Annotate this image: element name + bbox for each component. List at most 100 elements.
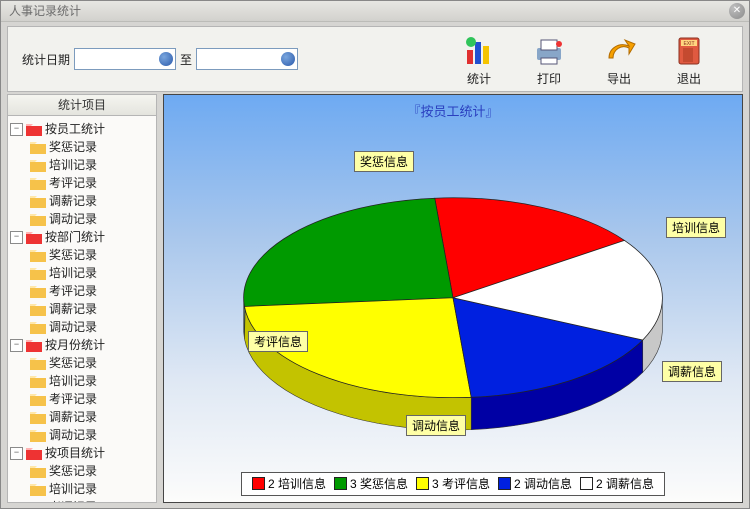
date-range: 统计日期 至 bbox=[8, 48, 302, 70]
toolbar: 统计日期 至 统计 打印 导出 bbox=[7, 26, 743, 92]
legend: 2 培训信息 3 奖惩信息 3 考评信息 2 调动信息 2 调薪信息 bbox=[164, 472, 742, 496]
print-icon bbox=[531, 34, 567, 68]
tree-group[interactable]: −按部门统计 bbox=[10, 228, 154, 246]
folder-icon bbox=[30, 411, 46, 423]
body: 统计项目 −按员工统计奖惩记录培训记录考评记录调薪记录调动记录−按部门统计奖惩记… bbox=[7, 94, 743, 503]
collapse-icon[interactable]: − bbox=[10, 231, 23, 244]
folder-icon bbox=[30, 249, 46, 261]
tree-item-label: 奖惩记录 bbox=[49, 462, 97, 480]
tree-item-label: 培训记录 bbox=[49, 480, 97, 498]
folder-icon bbox=[30, 321, 46, 333]
slice-label-move: 调动信息 bbox=[406, 415, 466, 436]
folder-icon bbox=[30, 483, 46, 495]
tree-item-label: 考评记录 bbox=[49, 282, 97, 300]
exit-button[interactable]: EXIT 退出 bbox=[654, 32, 724, 87]
tree-item[interactable]: 考评记录 bbox=[30, 498, 154, 502]
export-button[interactable]: 导出 bbox=[584, 32, 654, 87]
legend-item: 2 调薪信息 bbox=[580, 475, 654, 492]
legend-swatch bbox=[498, 477, 511, 490]
print-button[interactable]: 打印 bbox=[514, 32, 584, 87]
tree-item[interactable]: 奖惩记录 bbox=[30, 354, 154, 372]
tree-item[interactable]: 调动记录 bbox=[30, 210, 154, 228]
tree-item-label: 奖惩记录 bbox=[49, 354, 97, 372]
legend-item: 3 奖惩信息 bbox=[334, 475, 408, 492]
folder-icon bbox=[30, 195, 46, 207]
folder-icon bbox=[30, 267, 46, 279]
folder-icon bbox=[30, 303, 46, 315]
legend-item: 3 考评信息 bbox=[416, 475, 490, 492]
legend-item: 2 培训信息 bbox=[252, 475, 326, 492]
tree-group[interactable]: − 按项目统计 bbox=[10, 444, 154, 462]
tree[interactable]: −按员工统计奖惩记录培训记录考评记录调薪记录调动记录−按部门统计奖惩记录培训记录… bbox=[8, 116, 156, 502]
tree-item[interactable]: 调薪记录 bbox=[30, 192, 154, 210]
tree-group[interactable]: − 按月份统计 bbox=[10, 336, 154, 354]
collapse-icon[interactable]: − bbox=[10, 123, 23, 136]
tree-item[interactable]: 培训记录 bbox=[30, 156, 154, 174]
legend-text: 3 奖惩信息 bbox=[350, 475, 408, 492]
tree-item[interactable]: 培训记录 bbox=[30, 372, 154, 390]
tree-item-label: 调动记录 bbox=[49, 426, 97, 444]
tree-item[interactable]: 调薪记录 bbox=[30, 300, 154, 318]
folder-icon bbox=[30, 177, 46, 189]
legend-item: 2 调动信息 bbox=[498, 475, 572, 492]
collapse-icon[interactable]: − bbox=[10, 339, 23, 352]
folder-icon bbox=[30, 393, 46, 405]
chart-panel: 『按员工统计』 奖惩信息 培训信息 考评信息 调动信息 调薪信息 2 培训信息3… bbox=[163, 94, 743, 503]
tree-item-label: 考评记录 bbox=[49, 174, 97, 192]
tree-item-label: 培训记录 bbox=[49, 264, 97, 282]
stats-icon bbox=[461, 34, 497, 68]
collapse-icon[interactable]: − bbox=[10, 447, 23, 460]
tree-item-label: 调薪记录 bbox=[49, 300, 97, 318]
export-icon bbox=[601, 34, 637, 68]
slice-label-salary: 调薪信息 bbox=[662, 361, 722, 382]
tree-item[interactable]: 培训记录 bbox=[30, 480, 154, 498]
dropdown-icon[interactable] bbox=[281, 52, 295, 66]
slice-label-reward: 奖惩信息 bbox=[354, 151, 414, 172]
tree-item[interactable]: 调动记录 bbox=[30, 318, 154, 336]
tree-item[interactable]: 调薪记录 bbox=[30, 408, 154, 426]
tree-item[interactable]: 考评记录 bbox=[30, 174, 154, 192]
tree-item[interactable]: 奖惩记录 bbox=[30, 462, 154, 480]
tree-item-label: 调薪记录 bbox=[49, 192, 97, 210]
tree-item-label: 奖惩记录 bbox=[49, 138, 97, 156]
legend-text: 2 培训信息 bbox=[268, 475, 326, 492]
date-from-input[interactable] bbox=[74, 48, 176, 70]
tree-item[interactable]: 调动记录 bbox=[30, 426, 154, 444]
toolbar-buttons: 统计 打印 导出 EXIT 退出 bbox=[444, 32, 742, 87]
legend-text: 2 调薪信息 bbox=[596, 475, 654, 492]
tree-item-label: 培训记录 bbox=[49, 372, 97, 390]
tree-group-label: 按项目统计 bbox=[45, 444, 105, 462]
legend-swatch bbox=[580, 477, 593, 490]
tree-item[interactable]: 考评记录 bbox=[30, 282, 154, 300]
stats-button-label: 统计 bbox=[444, 70, 514, 87]
date-label: 统计日期 bbox=[22, 51, 70, 68]
tree-item-label: 调动记录 bbox=[49, 210, 97, 228]
tree-panel: 统计项目 −按员工统计奖惩记录培训记录考评记录调薪记录调动记录−按部门统计奖惩记… bbox=[7, 94, 157, 503]
tree-item[interactable]: 培训记录 bbox=[30, 264, 154, 282]
folder-icon bbox=[30, 159, 46, 171]
folder-icon bbox=[30, 465, 46, 477]
date-to-label: 至 bbox=[180, 51, 192, 68]
folder-icon bbox=[30, 375, 46, 387]
folder-icon bbox=[26, 339, 42, 351]
date-to-input[interactable] bbox=[196, 48, 298, 70]
tree-item[interactable]: 考评记录 bbox=[30, 390, 154, 408]
dropdown-icon[interactable] bbox=[159, 52, 173, 66]
legend-swatch bbox=[334, 477, 347, 490]
tree-group-label: 按月份统计 bbox=[45, 336, 105, 354]
pie-chart: 奖惩信息 培训信息 考评信息 调动信息 调薪信息 bbox=[184, 155, 722, 450]
tree-group[interactable]: − 按员工统计 bbox=[10, 120, 154, 138]
tree-group-label: 按员工统计 bbox=[45, 120, 105, 138]
stats-button[interactable]: 统计 bbox=[444, 32, 514, 87]
tree-item-label: 考评记录 bbox=[49, 498, 97, 502]
tree-item[interactable]: 奖惩记录 bbox=[30, 138, 154, 156]
close-icon[interactable]: ✕ bbox=[729, 3, 745, 19]
tree-item[interactable]: 奖惩记录 bbox=[30, 246, 154, 264]
folder-icon bbox=[26, 447, 42, 459]
tree-item-label: 培训记录 bbox=[49, 156, 97, 174]
folder-icon bbox=[30, 429, 46, 441]
legend-box: 2 培训信息 3 奖惩信息 3 考评信息 2 调动信息 2 调薪信息 bbox=[241, 472, 665, 496]
tree-item-label: 调动记录 bbox=[49, 318, 97, 336]
app-window: 人事记录统计 ✕ 统计日期 至 统计 打印 bbox=[0, 0, 750, 509]
folder-icon bbox=[30, 285, 46, 297]
